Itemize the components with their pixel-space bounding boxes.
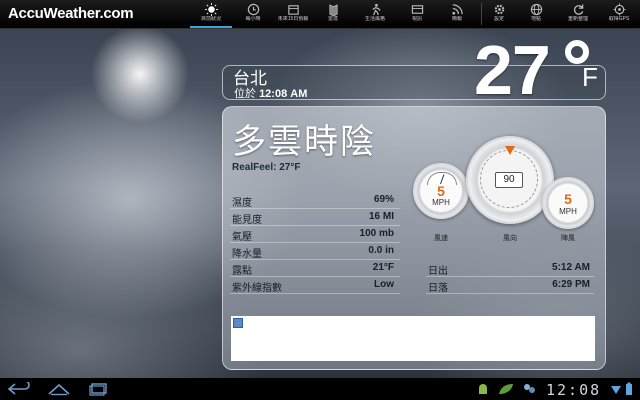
nav-lifestyle[interactable]: 生活風格 <box>354 0 396 28</box>
clock-icon <box>247 3 259 16</box>
gps-icon <box>612 3 626 16</box>
detail-value: 100 mb <box>359 228 394 239</box>
detail-label: 露點 <box>232 266 252 277</box>
back-icon[interactable] <box>6 382 32 396</box>
radar-icon <box>328 4 338 16</box>
nav-15-day[interactable]: 未來15日預報 <box>272 0 314 28</box>
android-icon <box>479 384 487 394</box>
current-temperature: 27 <box>474 31 551 109</box>
home-icon[interactable] <box>46 382 72 396</box>
nav-label: 每小時 <box>245 16 261 22</box>
rss-icon <box>451 4 463 15</box>
detail-row-pressure: 氣壓 100 mb <box>230 225 400 243</box>
weather-condition: 多雲時陰 <box>232 123 376 161</box>
sunrise-label: 日出 <box>428 266 448 277</box>
nav-label: 取得GPS <box>608 16 630 22</box>
accuweather-logo: AccuWeather.com <box>8 5 134 22</box>
nav-label: 雷達 <box>327 16 338 22</box>
nav-settings[interactable]: 設定 <box>478 0 520 28</box>
wind-speed-unit: MPH <box>432 198 450 207</box>
sunset-value: 6:29 PM <box>552 279 590 290</box>
battery-icon <box>626 382 632 395</box>
time-prefix: 位於 <box>234 88 256 100</box>
wifi-icon <box>611 386 621 394</box>
sunset-row: 日落 6:29 PM <box>426 276 594 294</box>
wind-speed-value: 5 <box>437 183 445 199</box>
video-icon <box>411 5 423 14</box>
temperature-unit: F <box>582 62 598 92</box>
nav-gps[interactable]: 取得GPS <box>598 0 640 28</box>
detail-value: 69% <box>373 194 394 205</box>
nav-refresh[interactable]: 重新整理 <box>557 0 599 28</box>
refresh-icon <box>573 4 583 15</box>
gust-label: 陣風 <box>561 235 575 242</box>
nav-label: 目前狀況 <box>200 16 221 22</box>
detail-label: 濕度 <box>232 198 252 209</box>
detail-value: 21°F <box>372 262 394 273</box>
nav-label: 未來15日預報 <box>277 16 309 22</box>
nav-label: 生活風格 <box>364 16 385 22</box>
sunset-label: 日落 <box>428 283 448 294</box>
ad-banner[interactable] <box>231 316 595 361</box>
detail-row-uv-index: 紫外線指數 Low <box>230 276 400 294</box>
observation-time: 位於 12:08 AM <box>234 85 307 101</box>
nav-label: 簡報 <box>451 16 462 22</box>
nav-current-conditions[interactable]: 目前狀況 <box>190 0 232 28</box>
detail-value: Low <box>374 279 394 290</box>
realfeel-text: RealFeel: 27°F <box>232 162 301 173</box>
detail-row-dew-point: 露點 21°F <box>230 259 400 277</box>
nav-locations[interactable]: 地點 <box>515 0 557 28</box>
recent-apps-icon[interactable] <box>86 382 112 396</box>
nav-briefing[interactable]: 簡報 <box>436 0 478 28</box>
detail-label: 降水量 <box>232 249 262 260</box>
notification-icon <box>524 384 535 393</box>
nav-label: 設定 <box>493 16 504 22</box>
gust-gauge: 5 MPH <box>542 177 594 229</box>
wind-speed-label: 風速 <box>434 235 448 242</box>
detail-value: 0.0 in <box>368 245 394 256</box>
detail-label: 氣壓 <box>232 232 252 243</box>
top-bar: AccuWeather.com 目前狀況 每小時 未來15日預報 雷達 生活風格… <box>0 0 640 29</box>
calendar-icon <box>287 5 299 15</box>
degree-symbol <box>565 40 589 64</box>
detail-label: 能見度 <box>232 215 262 226</box>
sunrise-row: 日出 5:12 AM <box>426 259 594 277</box>
time-value: 12:08 AM <box>259 88 308 100</box>
detail-row-visibility: 能見度 16 MI <box>230 208 400 226</box>
globe-icon <box>530 3 542 16</box>
wind-direction-arrow-icon <box>505 146 515 155</box>
runner-icon <box>371 3 381 16</box>
gust-value: 5 <box>564 191 572 207</box>
detail-row-precipitation: 降水量 0.0 in <box>230 242 400 260</box>
wind-speed-gauge: 5 MPH <box>413 163 469 219</box>
broken-image-icon <box>233 318 243 328</box>
detail-row-humidity: 濕度 69% <box>230 191 400 209</box>
gust-unit: MPH <box>559 207 577 216</box>
nav-label: 視訊 <box>411 16 422 22</box>
sun-icon <box>204 3 218 16</box>
system-bar: 12:08 <box>0 378 640 400</box>
gear-icon <box>494 4 504 15</box>
wind-direction-value: 90 <box>495 172 523 188</box>
nav-label: 地點 <box>530 16 541 22</box>
nav-hourly[interactable]: 每小時 <box>232 0 274 28</box>
leaf-icon <box>499 384 513 394</box>
detail-label: 紫外線指數 <box>232 283 282 294</box>
nav-label: 重新整理 <box>567 16 588 22</box>
nav-radar[interactable]: 雷達 <box>312 0 354 28</box>
wind-direction-gauge: 90 <box>466 136 554 224</box>
nav-video[interactable]: 視訊 <box>396 0 438 28</box>
detail-value: 16 MI <box>368 211 394 222</box>
sunrise-value: 5:12 AM <box>552 262 590 273</box>
wind-direction-label: 風向 <box>503 235 517 242</box>
status-clock: 12:08 <box>546 381 602 399</box>
